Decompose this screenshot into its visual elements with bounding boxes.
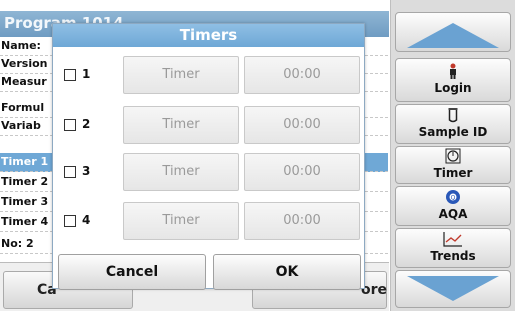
cancel-button[interactable]: Cancel — [58, 254, 206, 290]
timer-duration-field[interactable]: 00:00 — [244, 106, 360, 144]
login-button[interactable]: Login — [395, 58, 511, 102]
scroll-up-arrow-button[interactable] — [395, 12, 511, 52]
timer-4-checkbox[interactable] — [64, 215, 76, 227]
sidebar: Login Sample ID Timer Q AQA Trends — [390, 0, 515, 311]
login-label: Login — [434, 81, 472, 95]
aqa-label: AQA — [438, 207, 468, 221]
timer-number: 2 — [82, 117, 91, 131]
aqa-icon: Q — [396, 189, 510, 207]
aqa-button[interactable]: Q AQA — [395, 186, 511, 226]
trends-button[interactable]: Trends — [395, 228, 511, 268]
timer-name-field[interactable]: Timer — [123, 106, 239, 144]
trend-chart-icon — [396, 231, 510, 249]
timers-dialog: Timers 1 Timer 00:00 2 Timer 00:00 3 Tim… — [52, 23, 366, 290]
timer-row-1: 1 Timer 00:00 — [53, 56, 366, 94]
timer-row-3: 3 Timer 00:00 — [53, 153, 366, 191]
person-icon — [396, 63, 510, 81]
sample-id-button[interactable]: Sample ID — [395, 104, 511, 144]
timer-duration-field[interactable]: 00:00 — [244, 56, 360, 94]
up-arrow-icon — [407, 23, 499, 48]
timer-1-checkbox[interactable] — [64, 69, 76, 81]
dialog-title: Timers — [53, 24, 364, 47]
sample-id-label: Sample ID — [418, 125, 488, 139]
down-arrow-icon — [407, 276, 499, 301]
trends-label: Trends — [430, 249, 476, 263]
svg-text:Q: Q — [451, 195, 456, 202]
screen: Program 1014 Name: Version Measur Formul… — [0, 0, 515, 311]
timer-number: 4 — [82, 213, 91, 227]
timer-row-2: 2 Timer 00:00 — [53, 106, 366, 144]
stopwatch-icon — [396, 148, 510, 166]
timer-duration-field[interactable]: 00:00 — [244, 153, 360, 191]
sample-vial-icon — [396, 107, 510, 125]
timer-name-field[interactable]: Timer — [123, 56, 239, 94]
ok-button[interactable]: OK — [213, 254, 361, 290]
timer-button[interactable]: Timer — [395, 146, 511, 184]
timer-label: Timer — [433, 166, 473, 180]
timer-2-checkbox[interactable] — [64, 119, 76, 131]
timer-number: 3 — [82, 164, 91, 178]
scroll-down-arrow-button[interactable] — [395, 270, 511, 308]
timer-name-field[interactable]: Timer — [123, 202, 239, 240]
timer-row-4: 4 Timer 00:00 — [53, 202, 366, 240]
timer-number: 1 — [82, 67, 91, 81]
timer-duration-field[interactable]: 00:00 — [244, 202, 360, 240]
timer-3-checkbox[interactable] — [64, 166, 76, 178]
timer-name-field[interactable]: Timer — [123, 153, 239, 191]
